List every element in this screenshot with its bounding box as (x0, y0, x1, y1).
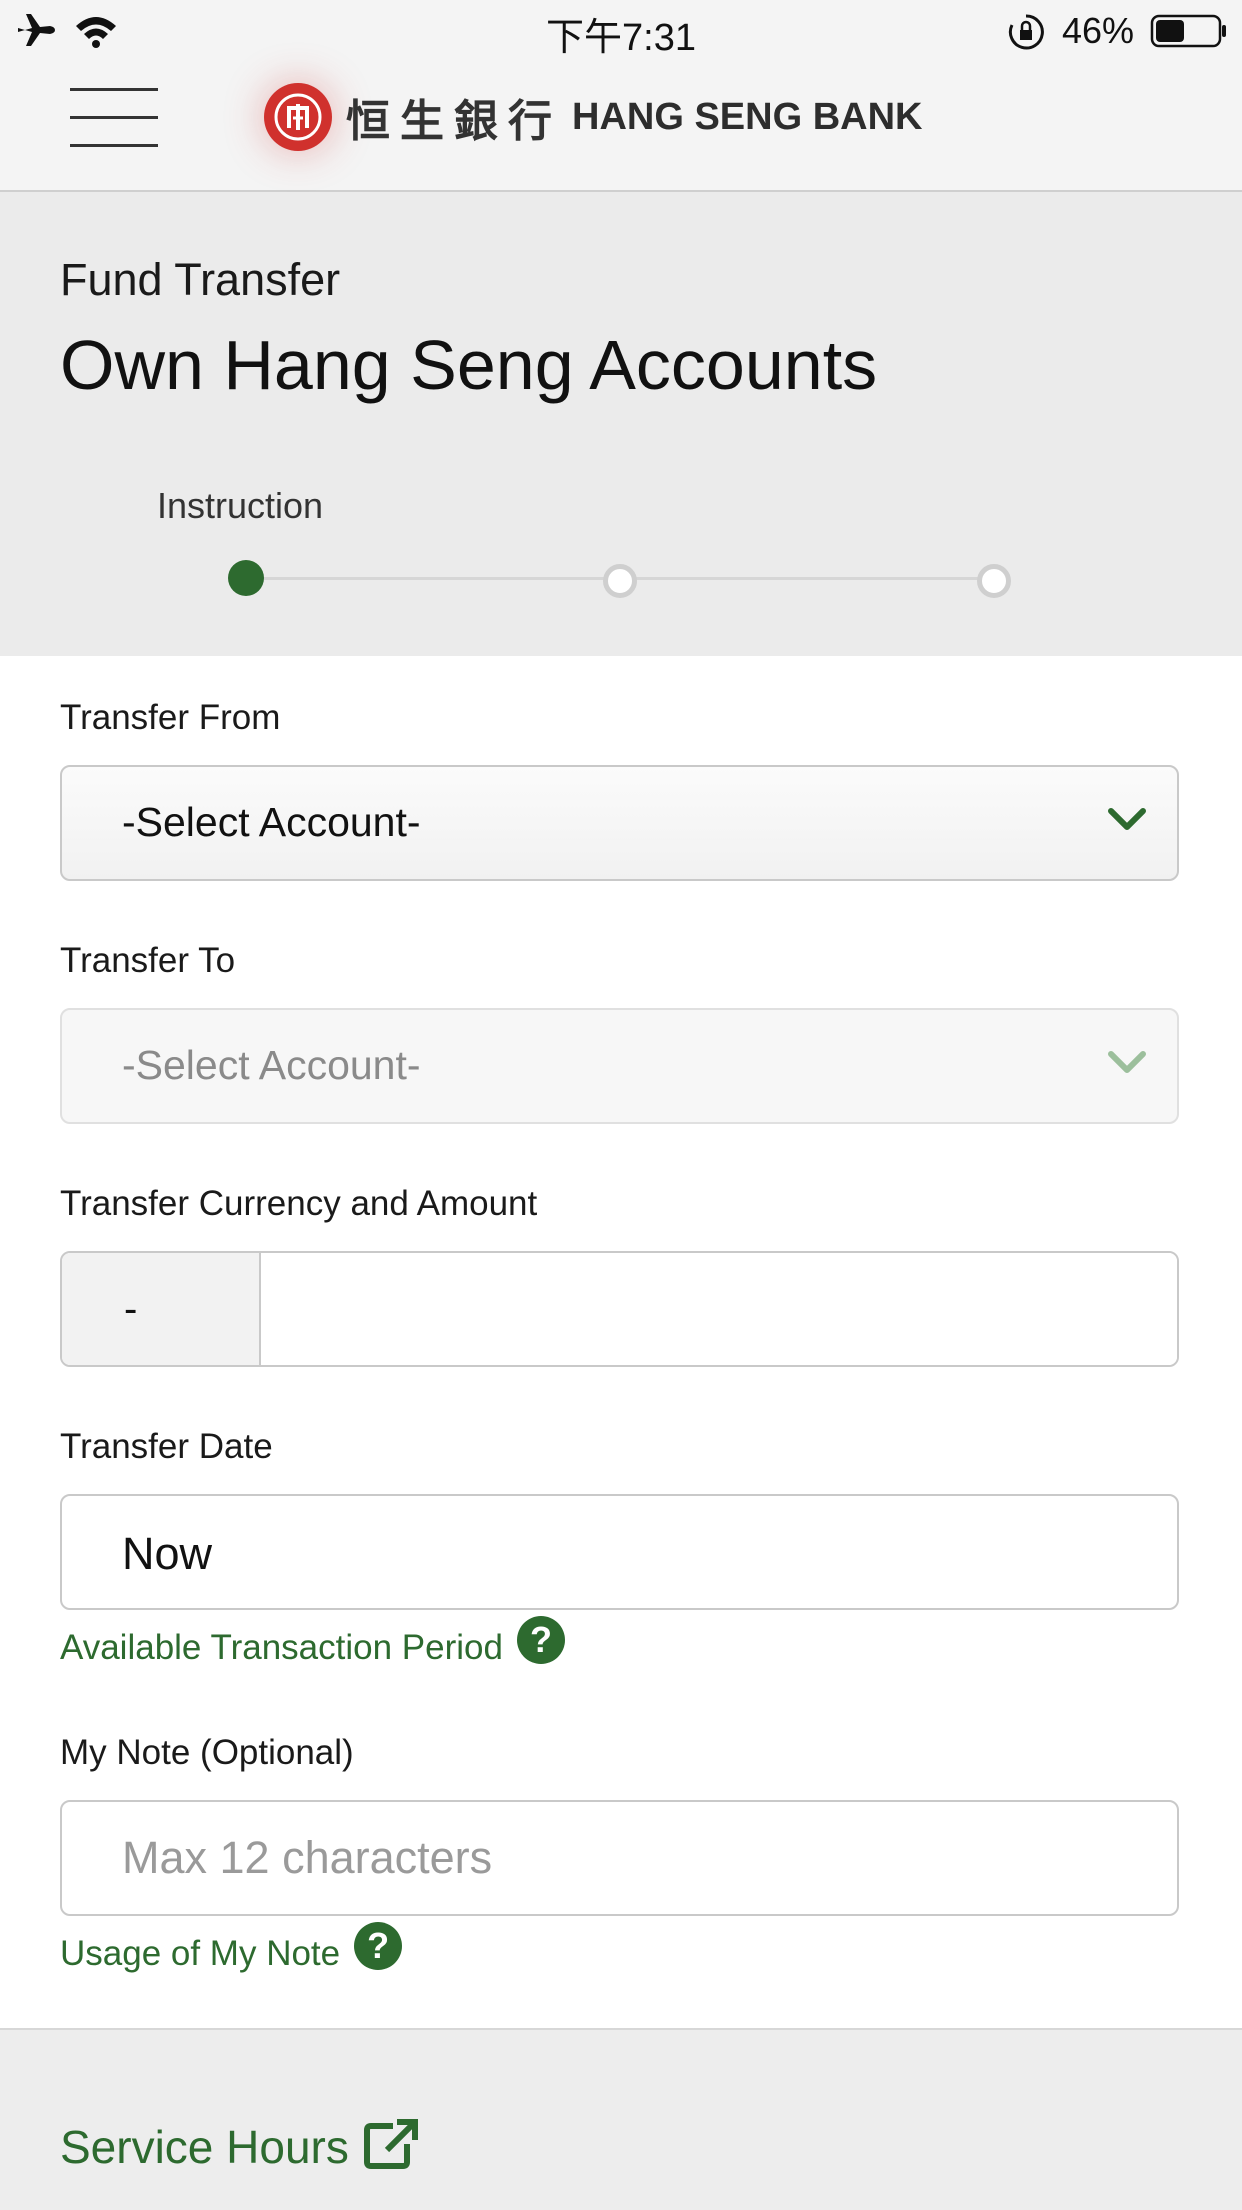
battery-icon (1150, 14, 1230, 53)
page-title: Own Hang Seng Accounts (60, 326, 878, 404)
currency-select[interactable]: - (62, 1253, 261, 1365)
logo-seal-icon (264, 83, 332, 151)
step-2-indicator (603, 564, 637, 598)
transfer-to-label: Transfer To (60, 941, 236, 980)
currency-amount-label: Transfer Currency and Amount (60, 1184, 538, 1223)
battery-percentage: 46% (1062, 10, 1135, 51)
transaction-period-link[interactable]: Available Transaction Period ? (60, 1616, 565, 1668)
title-section: Fund Transfer Own Hang Seng Accounts Ins… (0, 192, 1242, 656)
chevron-down-icon (1107, 807, 1147, 838)
currency-amount-group: - (60, 1251, 1179, 1367)
help-icon[interactable]: ? (354, 1922, 403, 1970)
transfer-to-select[interactable]: -Select Account- (60, 1008, 1179, 1124)
status-bar: 下午7:31 46% (0, 0, 1242, 62)
amount-input[interactable] (261, 1253, 1177, 1365)
brand-name-chinese: 恒生銀行 (346, 96, 562, 147)
note-label: My Note (Optional) (60, 1733, 354, 1772)
note-input[interactable] (62, 1802, 1177, 1914)
chevron-down-icon (1107, 1050, 1147, 1081)
bank-logo[interactable]: 恒生銀行 HANG SENG BANK (264, 82, 922, 152)
transaction-period-link-text: Available Transaction Period (60, 1628, 503, 1667)
transfer-from-select[interactable]: -Select Account- (60, 765, 1179, 881)
external-link-icon (363, 2118, 419, 2175)
help-icon[interactable]: ? (516, 1616, 565, 1664)
transfer-date-value: Now (122, 1528, 213, 1579)
rotation-lock-icon (1006, 12, 1046, 57)
transfer-to-value: -Select Account- (122, 1042, 421, 1088)
transfer-date-label: Transfer Date (60, 1427, 273, 1466)
breadcrumb: Fund Transfer (60, 254, 341, 305)
step-3-indicator (977, 564, 1011, 598)
note-usage-link[interactable]: Usage of My Note ? (60, 1922, 403, 1974)
status-time: 下午7:31 (546, 17, 696, 59)
transfer-from-value: -Select Account- (122, 799, 421, 845)
note-usage-link-text: Usage of My Note (60, 1934, 341, 1973)
transfer-date-field[interactable]: Now (60, 1494, 1179, 1610)
step-label: Instruction (157, 485, 324, 526)
currency-value: - (124, 1287, 138, 1331)
step-1-indicator (228, 560, 264, 596)
brand-name-english: HANG SENG BANK (572, 95, 923, 138)
footer: Service Hours (0, 2028, 1242, 2210)
service-hours-text: Service Hours (60, 2120, 349, 2173)
note-field (60, 1800, 1179, 1916)
service-hours-link[interactable]: Service Hours (60, 2118, 419, 2175)
app-header: 恒生銀行 HANG SENG BANK (0, 62, 1242, 192)
menu-icon[interactable] (70, 88, 158, 148)
transfer-from-label: Transfer From (60, 698, 281, 737)
